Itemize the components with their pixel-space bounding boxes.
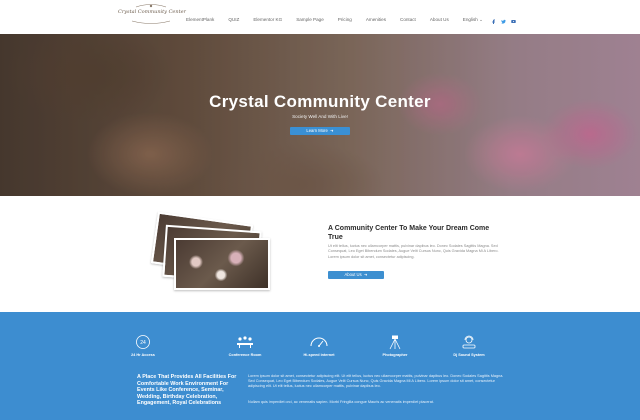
chevron-down-icon: ⌄: [479, 17, 483, 22]
nav-item-elementor-kg[interactable]: Elementor KG: [253, 17, 282, 23]
hero-subtitle: Society Well And With Live!: [292, 114, 348, 119]
youtube-icon[interactable]: [511, 19, 516, 24]
feature-hi-speed-internet: Hi-speed internet: [284, 334, 354, 357]
facebook-icon[interactable]: [491, 19, 496, 24]
tripod-icon: [389, 335, 401, 350]
place-body-secondary: Nullam quis imperdiet orci, ac venenatis…: [248, 400, 434, 404]
arrow-right-icon: ➜: [328, 128, 334, 133]
site-logo[interactable]: Crystal Community Center: [118, 3, 186, 29]
about-us-label: About Us: [344, 272, 362, 277]
twitter-icon[interactable]: [501, 19, 506, 24]
nav-item-elementplank[interactable]: ElementPlank: [186, 17, 214, 23]
feature-label: Dj Sound System: [453, 353, 485, 357]
dj-icon: [462, 335, 476, 349]
feature-conference-room: Conference Room: [210, 334, 280, 357]
feature-dj-sound-system: Dj Sound System: [434, 334, 504, 357]
nav-item-sample-page[interactable]: Sample Page: [296, 17, 324, 23]
about-body: Ut elit tellus, luctus nec ullamcorper m…: [328, 244, 499, 259]
site-header: Crystal Community Center ElementPlank QU…: [0, 0, 640, 34]
logo-text: Crystal Community Center: [118, 9, 186, 15]
place-body: Lorem ipsum dolor sit amet, consectetur …: [248, 374, 504, 389]
speedometer-icon: [310, 337, 328, 347]
nav-item-quiz[interactable]: QUIZ: [228, 17, 239, 23]
nav-item-pricing[interactable]: Pricing: [338, 17, 352, 23]
feature-label: 24 Hr Access: [131, 353, 155, 357]
nav-item-amenities[interactable]: Amenities: [366, 17, 386, 23]
hero-title: Crystal Community Center: [209, 92, 431, 111]
about-title: A Community Center To Make Your Dream Co…: [328, 225, 490, 241]
conference-icon: [237, 336, 253, 348]
svg-text:24: 24: [140, 340, 146, 346]
place-title: A Place That Provides All Facilities For…: [137, 374, 237, 407]
about-us-button[interactable]: About Us ➜: [328, 271, 384, 279]
feature-label: Photographer: [382, 353, 408, 357]
language-label: English: [462, 17, 478, 22]
feature-photographer: Photographer: [360, 334, 430, 357]
nav-item-contact[interactable]: Contact: [400, 17, 416, 23]
arrow-right-icon: ➜: [362, 272, 368, 277]
learn-more-button[interactable]: Learn More ➜: [290, 127, 350, 135]
feature-label: Conference Room: [228, 353, 262, 357]
event-photo: [174, 238, 270, 290]
feature-label: Hi-speed internet: [303, 353, 335, 357]
nav-item-about-us[interactable]: About Us: [430, 17, 449, 23]
social-links: [491, 19, 516, 24]
24-hour-icon: 24: [136, 335, 150, 349]
photo-stack: [150, 211, 272, 290]
learn-more-label: Learn More: [306, 128, 328, 133]
nav-item-language[interactable]: English ⌄: [463, 17, 483, 23]
hero-banner: Crystal Community Center Society Well An…: [0, 34, 640, 196]
main-nav: ElementPlank QUIZ Elementor KG Sample Pa…: [186, 17, 497, 23]
feature-24hr-access: 24 24 Hr Access: [108, 334, 178, 357]
features-band: 24 24 Hr Access Conference Room Hi-speed…: [0, 312, 640, 420]
logo-ornament-icon: [131, 4, 171, 24]
about-section: A Community Center To Make Your Dream Co…: [0, 196, 640, 312]
